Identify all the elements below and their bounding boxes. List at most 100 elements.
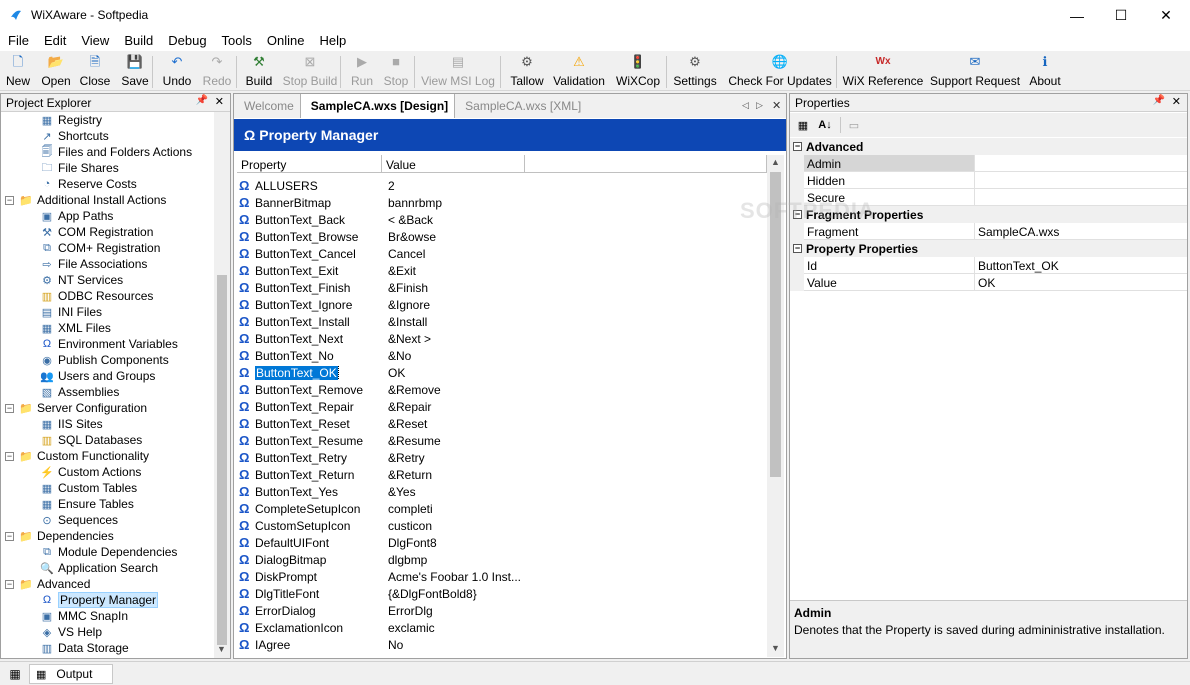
property-category[interactable]: − Property Properties: [790, 240, 1187, 257]
collapse-icon[interactable]: −: [5, 403, 14, 413]
property-value[interactable]: {&DlgFontBold8}: [388, 587, 588, 601]
table-row[interactable]: Ω ButtonText_Finish &Finish: [237, 279, 767, 296]
output-tab[interactable]: ▦ Output: [29, 664, 113, 684]
property-name-cell[interactable]: IAgree: [255, 638, 388, 652]
property-name-cell[interactable]: BannerBitmap: [255, 196, 388, 210]
menu-build[interactable]: Build: [116, 31, 160, 51]
table-row[interactable]: Ω IAgree No: [237, 636, 767, 653]
tree-node-application-search[interactable]: 🔍 Application Search: [39, 560, 158, 576]
table-row[interactable]: Ω ButtonText_Retry &Retry: [237, 449, 767, 466]
tree-node-custom-functionality[interactable]: − 📁 Custom Functionality: [5, 448, 149, 464]
property-name-cell[interactable]: ButtonText_Browse: [255, 230, 388, 244]
close-button[interactable]: 🗎 Close: [80, 54, 111, 90]
menu-help[interactable]: Help: [311, 31, 353, 51]
tab-sampleca-wxs-design-[interactable]: SampleCA.wxs [Design]: [299, 94, 456, 118]
undo-button[interactable]: ↶ Undo: [162, 54, 192, 90]
table-row[interactable]: Ω ButtonText_OK OK: [237, 364, 767, 381]
stop-button[interactable]: ■ Stop: [383, 54, 409, 90]
tree-node-com-registration[interactable]: ⚒ COM Registration: [39, 224, 153, 240]
tree-node-custom-actions[interactable]: ⚡ Custom Actions: [39, 464, 141, 480]
tree-node-ini-files[interactable]: ▤ INI Files: [39, 304, 102, 320]
property-value[interactable]: ErrorDlg: [388, 604, 588, 618]
collapse-icon[interactable]: −: [5, 531, 14, 541]
property-name-cell[interactable]: ButtonText_Retry: [255, 451, 388, 465]
property-name-cell[interactable]: ButtonText_Exit: [255, 264, 388, 278]
property-name-cell[interactable]: ButtonText_Finish: [255, 281, 388, 295]
property-name-cell[interactable]: ButtonText_Return: [255, 468, 388, 482]
property-value[interactable]: exclamic: [388, 621, 588, 635]
table-row[interactable]: Ω ButtonText_Resume &Resume: [237, 432, 767, 449]
table-row[interactable]: Ω DialogBitmap dlgbmp: [237, 551, 767, 568]
property-value[interactable]: &Remove: [388, 383, 588, 397]
minimize-button[interactable]: —: [1054, 0, 1100, 31]
table-row[interactable]: Ω ButtonText_Next &Next >: [237, 330, 767, 347]
table-row[interactable]: Ω ALLUSERS 2: [237, 177, 767, 194]
property-name-cell[interactable]: ButtonText_Cancel: [255, 247, 388, 261]
property-value[interactable]: Cancel: [388, 247, 588, 261]
tree-node-mmc-snapin[interactable]: ▣ MMC SnapIn: [39, 608, 128, 624]
collapse-icon[interactable]: −: [793, 244, 802, 253]
property-name-cell[interactable]: ButtonText_Reset: [255, 417, 388, 431]
property-value-field[interactable]: ButtonText_OK: [975, 257, 1187, 274]
table-row[interactable]: Ω ButtonText_Yes &Yes: [237, 483, 767, 500]
table-row[interactable]: Ω ButtonText_Return &Return: [237, 466, 767, 483]
settings-button[interactable]: ⚙ Settings: [673, 54, 716, 90]
tab-welcome[interactable]: Welcome: [234, 94, 300, 118]
table-row[interactable]: Ω ButtonText_Repair &Repair: [237, 398, 767, 415]
property-value-field[interactable]: OK: [975, 274, 1187, 291]
tree-node-file-associations[interactable]: ⇨ File Associations: [39, 256, 147, 272]
property-name-cell[interactable]: DiskPrompt: [255, 570, 388, 584]
property-row[interactable]: Admin: [790, 155, 1187, 172]
property-name-cell[interactable]: CustomSetupIcon: [255, 519, 388, 533]
property-pages-icon[interactable]: ▭: [844, 116, 864, 134]
close-window-button[interactable]: ✕: [1143, 0, 1189, 31]
property-value[interactable]: < &Back: [388, 213, 588, 227]
tree-node-server-configuration[interactable]: − 📁 Server Configuration: [5, 400, 147, 416]
table-row[interactable]: Ω CompleteSetupIcon completi: [237, 500, 767, 517]
tree-node-advanced[interactable]: − 📁 Advanced: [5, 576, 90, 592]
run-button[interactable]: ▶ Run: [349, 54, 375, 90]
wix-reference-button[interactable]: Wx WiX Reference: [843, 54, 924, 90]
property-name-cell[interactable]: ALLUSERS: [255, 179, 388, 193]
tree-node-environment-variables[interactable]: Ω Environment Variables: [39, 336, 178, 352]
property-name-cell[interactable]: CompleteSetupIcon: [255, 502, 388, 516]
property-value[interactable]: &Ignore: [388, 298, 588, 312]
property-name-cell[interactable]: DefaultUIFont: [255, 536, 388, 550]
property-value[interactable]: &Install: [388, 315, 588, 329]
scroll-down-icon[interactable]: ▼: [217, 644, 226, 654]
table-row[interactable]: Ω ButtonText_Remove &Remove: [237, 381, 767, 398]
table-row[interactable]: Ω CustomSetupIcon custicon: [237, 517, 767, 534]
table-row[interactable]: Ω ButtonText_Reset &Reset: [237, 415, 767, 432]
property-name-cell[interactable]: ButtonText_Ignore: [255, 298, 388, 312]
property-value-field[interactable]: [975, 172, 1187, 189]
pin-icon[interactable]: 📌: [196, 95, 208, 106]
property-value[interactable]: &No: [388, 349, 588, 363]
property-name-cell[interactable]: ButtonText_Next: [255, 332, 388, 346]
collapse-icon[interactable]: −: [5, 579, 14, 589]
menu-file[interactable]: File: [0, 31, 36, 51]
tree-node-xml-files[interactable]: ▦ XML Files: [39, 320, 111, 336]
table-row[interactable]: Ω ButtonText_Browse Br&owse: [237, 228, 767, 245]
property-category[interactable]: − Advanced: [790, 138, 1187, 155]
validation-button[interactable]: ⚠ Validation: [553, 54, 605, 90]
property-name-cell[interactable]: ButtonText_Remove: [255, 383, 388, 397]
property-value[interactable]: &Return: [388, 468, 588, 482]
property-name-cell[interactable]: ErrorDialog: [255, 604, 388, 618]
close-panel-button[interactable]: ✕: [1172, 95, 1181, 108]
property-value[interactable]: &Repair: [388, 400, 588, 414]
sort-alphabetical-icon[interactable]: A↓: [815, 116, 835, 134]
property-row[interactable]: Fragment SampleCA.wxs: [790, 223, 1187, 240]
property-value[interactable]: custicon: [388, 519, 588, 533]
property-value[interactable]: &Next >: [388, 332, 588, 346]
tree-scrollbar[interactable]: ▼: [214, 112, 230, 658]
tree-node-module-dependencies[interactable]: ⧉ Module Dependencies: [39, 544, 177, 560]
tallow-button[interactable]: ⚙ Tallow: [509, 54, 545, 90]
table-row[interactable]: Ω BannerBitmap bannrbmp: [237, 194, 767, 211]
tree-scrollbar-thumb[interactable]: [217, 275, 227, 645]
pin-icon[interactable]: 📌: [1153, 95, 1165, 106]
support-request-button[interactable]: ✉ Support Request: [930, 54, 1020, 90]
tree-node-dependencies[interactable]: − 📁 Dependencies: [5, 528, 114, 544]
tree-node-additional-install-actions[interactable]: − 📁 Additional Install Actions: [5, 192, 166, 208]
property-value[interactable]: OK: [388, 366, 588, 380]
table-row[interactable]: Ω ButtonText_Exit &Exit: [237, 262, 767, 279]
